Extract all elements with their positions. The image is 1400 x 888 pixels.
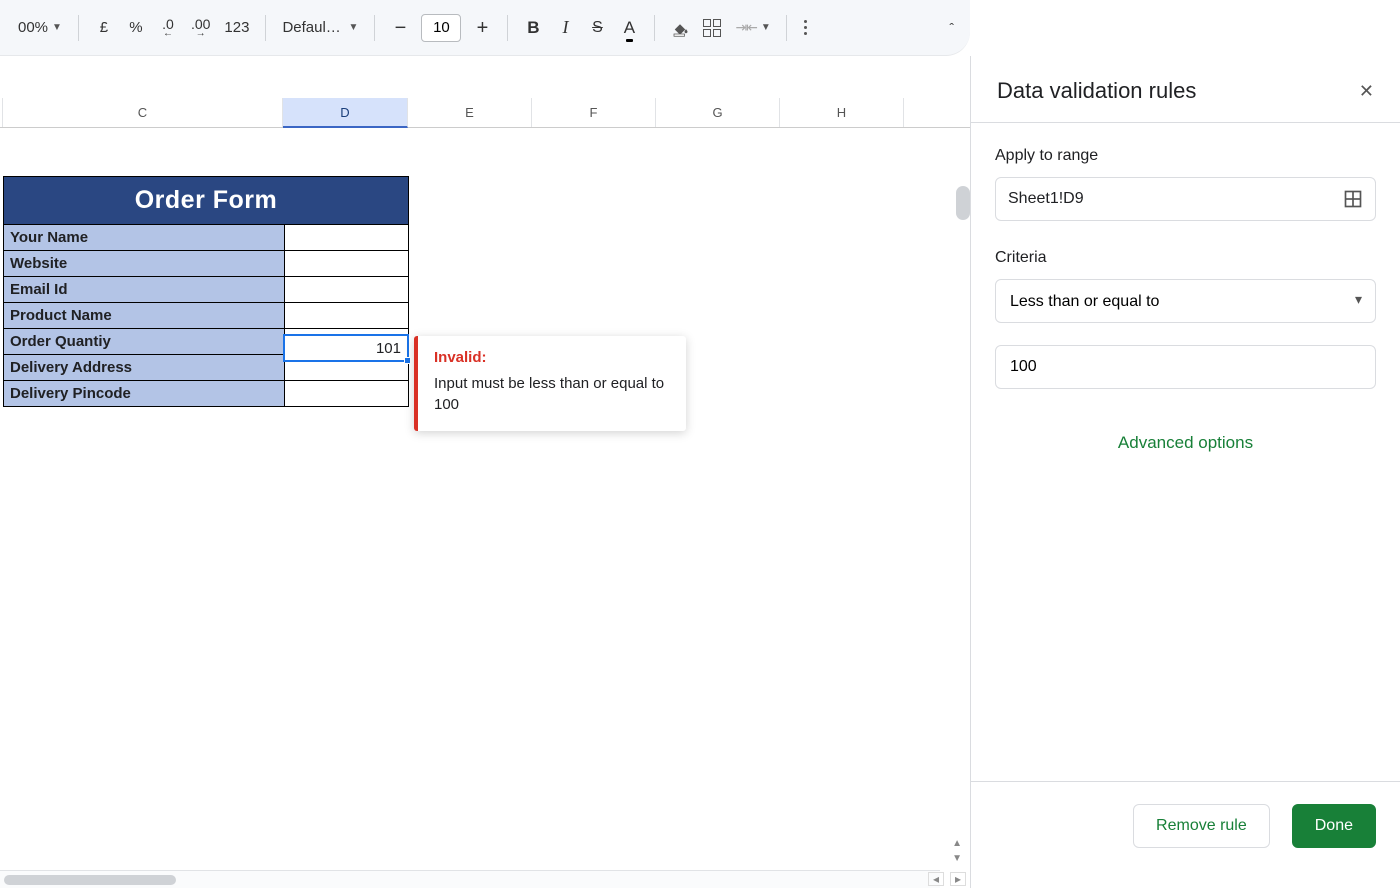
merge-cells-dropdown[interactable]: ⇥⇤ ▼ [729,12,775,44]
error-title: Invalid: [434,348,670,368]
borders-icon [703,19,721,37]
criteria-label: Criteria [995,249,1376,267]
form-label: Delivery Address [4,354,284,380]
text-color-button[interactable]: A [614,12,644,44]
form-label: Your Name [4,224,284,250]
col-header-e[interactable]: E [408,98,532,127]
more-toolbar-button[interactable] [791,12,821,44]
col-header-d[interactable]: D [283,98,408,128]
more-vertical-icon [804,20,807,35]
sheet-tab-nav[interactable]: ◂ ▸ [928,872,966,886]
form-label: Website [4,250,284,276]
done-button[interactable]: Done [1292,804,1376,848]
range-value: Sheet1!D9 [1008,190,1084,208]
chevron-up-icon: ˆ [949,20,954,36]
selection-handle[interactable] [404,357,411,364]
toolbar: 00% ▼ £ % .0 ← .00 → 123 Defaul… ▼ − + B… [0,0,970,56]
horizontal-scrollbar-thumb[interactable] [4,875,176,885]
divider [971,122,1400,123]
validation-error-popover: Invalid: Input must be less than or equa… [414,336,686,431]
error-message: Input must be less than or equal to 100 [434,374,670,415]
italic-button[interactable]: I [550,12,580,44]
caret-down-icon: ▼ [349,22,359,33]
caret-down-icon: ▼ [761,22,770,33]
strikethrough-button[interactable]: S [582,12,612,44]
separator [374,15,375,41]
paint-bucket-icon [671,18,689,38]
spreadsheet-area[interactable]: C D E F G H Order Form Your Name Website… [0,56,970,888]
arrow-right-icon: → [196,29,206,39]
column-headers: C D E F G H [0,98,970,128]
prev-sheet-icon[interactable]: ◂ [928,872,944,886]
cell[interactable] [284,250,408,276]
col-header-h[interactable]: H [780,98,904,127]
selected-cell-d9[interactable]: 101 [283,334,409,362]
cell[interactable] [284,302,408,328]
apply-to-range-field[interactable]: Sheet1!D9 [995,177,1376,221]
form-label: Email Id [4,276,284,302]
col-header-c[interactable]: C [3,98,283,127]
remove-rule-button[interactable]: Remove rule [1133,804,1270,848]
separator [265,15,266,41]
zoom-value: 00% [18,19,48,36]
grid-select-icon [1343,189,1363,209]
separator [654,15,655,41]
merge-icon: ⇥⇤ [735,19,756,36]
fill-color-button[interactable] [665,18,695,38]
advanced-options-link[interactable]: Advanced options [995,433,1376,453]
cell-value: 101 [376,340,401,357]
close-panel-button[interactable]: ✕ [1359,81,1374,102]
col-header-f[interactable]: F [532,98,656,127]
horizontal-scrollbar[interactable] [0,870,940,888]
number-format-button[interactable]: 123 [218,12,255,44]
scroll-up-icon[interactable]: ▲ [952,838,962,849]
increase-decimal-button[interactable]: .00 → [185,12,216,44]
close-icon: ✕ [1359,81,1374,101]
form-label: Product Name [4,302,284,328]
font-size-input[interactable] [421,14,461,42]
cell[interactable] [284,224,408,250]
separator [507,15,508,41]
caret-down-icon: ▼ [52,22,62,33]
arrow-left-icon: ← [163,29,173,39]
increase-font-button[interactable]: + [467,12,497,44]
panel-title: Data validation rules [997,78,1196,104]
separator [78,15,79,41]
zoom-dropdown[interactable]: 00% ▼ [12,12,68,44]
cell[interactable] [284,276,408,302]
font-family-dropdown[interactable]: Defaul… ▼ [276,12,364,44]
percent-button[interactable]: % [121,12,151,44]
currency-button[interactable]: £ [89,12,119,44]
font-family-value: Defaul… [282,19,340,36]
apply-to-range-label: Apply to range [995,147,1376,165]
scroll-down-icon[interactable]: ▼ [952,853,962,864]
bold-button[interactable]: B [518,12,548,44]
next-sheet-icon[interactable]: ▸ [950,872,966,886]
criteria-value-input[interactable] [995,345,1376,389]
cell[interactable] [284,380,408,406]
decrease-decimal-button[interactable]: .0 ← [153,12,183,44]
form-label: Order Quantiy [4,328,284,354]
form-title: Order Form [4,177,408,224]
form-label: Delivery Pincode [4,380,284,406]
collapse-toolbar-button[interactable]: ˆ [949,20,954,36]
separator [786,15,787,41]
borders-button[interactable] [697,12,727,44]
col-header-g[interactable]: G [656,98,780,127]
data-validation-panel: Data validation rules ✕ Apply to range S… [970,56,1400,888]
order-form-table: Order Form Your Name Website Email Id Pr… [3,176,409,407]
decrease-font-button[interactable]: − [385,12,415,44]
criteria-select[interactable]: Less than or equal to [995,279,1376,323]
